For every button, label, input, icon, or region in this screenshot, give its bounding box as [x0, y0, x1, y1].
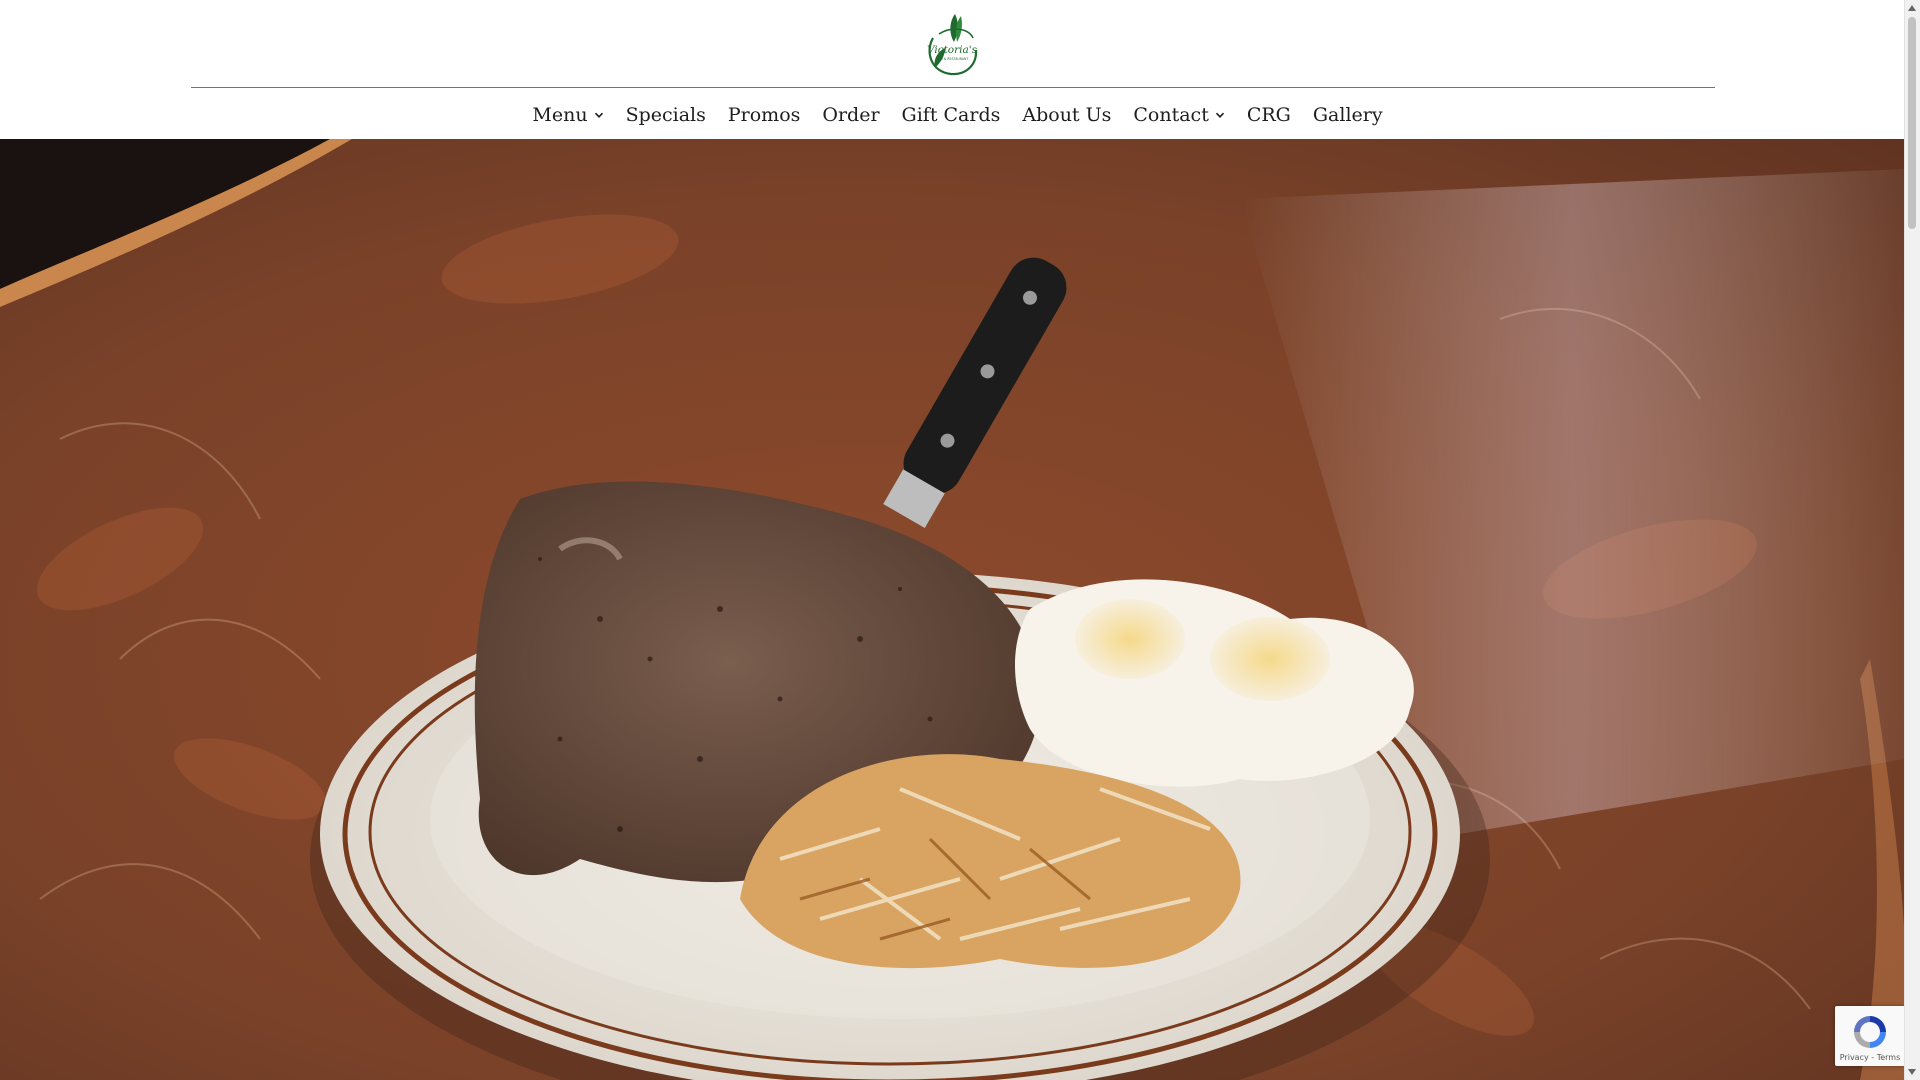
nav-item-label: Promos — [727, 104, 801, 126]
nav-item-label: CRG — [1246, 104, 1291, 126]
recaptcha-links[interactable]: Privacy - Terms — [1835, 1053, 1905, 1062]
nav-item-menu[interactable]: Menu — [521, 98, 614, 132]
nav-item-contact[interactable]: Contact — [1122, 98, 1235, 132]
nav-item-label: About Us — [1022, 104, 1112, 126]
hero-food-image — [0, 139, 1905, 1080]
recaptcha-icon — [1854, 1016, 1886, 1048]
recaptcha-badge[interactable]: Privacy - Terms — [1835, 1006, 1905, 1066]
nav-item-gallery[interactable]: Gallery — [1302, 98, 1394, 132]
nav-item-gift-cards[interactable]: Gift Cards — [891, 98, 1012, 132]
nav-item-about-us[interactable]: About Us — [1011, 98, 1122, 132]
logo-text: Victoria's — [927, 44, 978, 56]
chevron-down-icon — [594, 110, 604, 120]
nav-item-label: Menu — [532, 104, 588, 126]
chevron-down-icon — [1215, 110, 1225, 120]
nav-item-promos[interactable]: Promos — [717, 98, 812, 132]
nav-item-crg[interactable]: CRG — [1236, 98, 1302, 132]
scroll-down-arrow-icon[interactable] — [1908, 1069, 1916, 1075]
nav-item-label: Gift Cards — [901, 104, 1001, 126]
nav-item-specials[interactable]: Specials — [615, 98, 717, 132]
logo-subtext: DELI & RESTAURANT — [936, 57, 969, 61]
nav-item-label: Order — [822, 104, 880, 126]
scroll-up-arrow-icon[interactable] — [1908, 5, 1916, 11]
nav-item-label: Contact — [1133, 104, 1209, 126]
nav-item-order[interactable]: Order — [811, 98, 890, 132]
hero-image — [0, 139, 1905, 1080]
site-header: Victoria's DELI & RESTAURANT Menu Special… — [0, 0, 1905, 139]
scrollbar-thumb[interactable] — [1908, 17, 1916, 229]
site-logo[interactable]: Victoria's DELI & RESTAURANT — [921, 8, 983, 80]
page-scrollbar[interactable] — [1904, 0, 1920, 1080]
nav-item-label: Gallery — [1312, 104, 1383, 126]
main-nav-list: Menu Specials Promos Order Gift Cards About U… — [521, 97, 1393, 133]
nav-item-label: Specials — [625, 104, 706, 126]
header-divider — [191, 87, 1715, 88]
page: Victoria's DELI & RESTAURANT Menu Special… — [0, 0, 1905, 1080]
logo-emblem-icon: Victoria's DELI & RESTAURANT — [927, 14, 978, 76]
main-nav: Menu Specials Promos Order Gift Cards About U… — [0, 97, 1905, 133]
